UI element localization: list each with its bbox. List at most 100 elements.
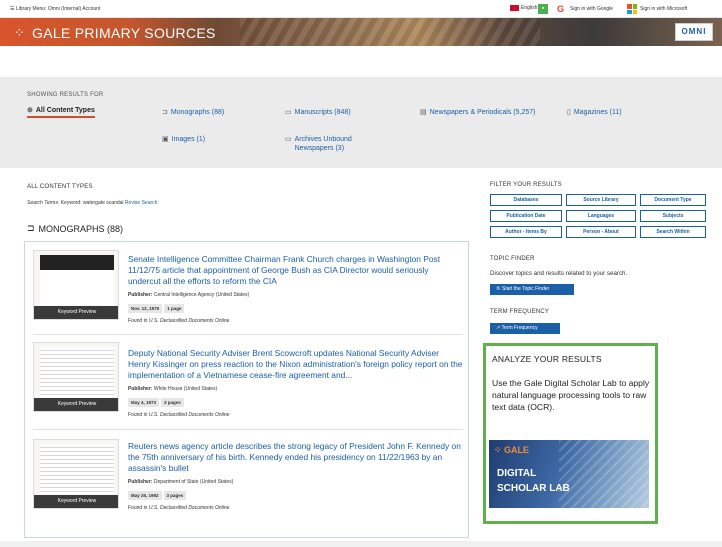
keyword-preview-button[interactable]: Keyword Preview (34, 398, 118, 411)
type-archives-unbound[interactable]: ▭ Archives Unbound Newspapers (3) (285, 135, 375, 153)
type-monographs[interactable]: ⊐ Monographs (88) (162, 108, 224, 117)
language-label: English (521, 5, 538, 11)
green-square-icon[interactable]: ▪ (538, 4, 548, 14)
filter-databases-button[interactable]: Databases (490, 194, 562, 206)
found-in-source: U.S. Declassified Documents Online (148, 505, 230, 511)
found-in-line: Found in U.S. Declassified Documents Onl… (128, 505, 229, 511)
pages-badge: 3 pages (161, 398, 184, 407)
thumbnail-image (40, 444, 114, 494)
result-title-link[interactable]: Reuters news agency article describes th… (128, 441, 463, 474)
filter-person-button[interactable]: Person - About (566, 226, 636, 238)
book-icon: ⊐ (27, 223, 35, 233)
filter-results-label: FILTER YOUR RESULTS (490, 182, 562, 188)
results-section-label: ALL CONTENT TYPES (27, 184, 93, 190)
publisher-label: Publisher: (128, 292, 153, 298)
publisher-label: Publisher: (128, 386, 153, 392)
digital-scholar-lab-banner[interactable]: ⁘ GALE DIGITAL SCHOLAR LAB (489, 440, 649, 508)
microsoft-icon (627, 4, 637, 14)
type-label: Images (1) (171, 136, 206, 143)
type-images[interactable]: ▣ Images (1) (162, 135, 205, 144)
type-newspapers[interactable]: ▤ Newspapers & Periodicals (5,257) (420, 108, 545, 117)
banner-map-image (240, 18, 540, 46)
omni-logo[interactable]: OMNI (675, 23, 713, 41)
filter-source-library-button[interactable]: Source Library (566, 194, 636, 206)
found-in-prefix: Found in (128, 412, 148, 418)
revise-search-link[interactable]: Revise Search (125, 200, 158, 206)
divider (33, 334, 463, 335)
type-label: All Content Types (35, 107, 95, 114)
magazine-icon: ▯ (567, 109, 571, 116)
footer-strip (0, 541, 722, 547)
top-bar: ☰ Library Menu: Omni (Internal) Account … (0, 0, 722, 18)
search-terms-value: Keyword: watergate scandal (60, 200, 124, 206)
site-title[interactable]: GALE PRIMARY SOURCES (32, 25, 216, 41)
type-label: Archives Unbound Newspapers (3) (294, 136, 352, 152)
google-signin-link[interactable]: Sign in with Google (570, 6, 613, 12)
publisher-value: White House (United States) (153, 386, 218, 392)
term-frequency-button-label: Term Frequency (501, 325, 538, 331)
image-icon: ▣ (162, 136, 169, 143)
monographs-header: ⊐ MONOGRAPHS (88) (27, 223, 123, 234)
monographs-header-label: MONOGRAPHS (88) (38, 223, 124, 234)
date-badge: Nov. 12, 1975 (128, 304, 163, 313)
type-magazines[interactable]: ▯ Magazines (11) (567, 108, 622, 117)
flag-icon (510, 5, 519, 11)
filter-author-button[interactable]: Author - Items By (490, 226, 562, 238)
filter-subjects-button[interactable]: Subjects (640, 210, 706, 222)
result-tags: May 26, 1992 3 pages (128, 491, 187, 500)
type-label: Monographs (88) (170, 109, 225, 116)
microsoft-signin-link[interactable]: Sign in with Microsoft (640, 6, 687, 12)
start-topic-finder-label: Start the Topic Finder (501, 286, 550, 292)
keyword-preview-button[interactable]: Keyword Preview (34, 306, 118, 319)
document-thumbnail[interactable]: Keyword Preview (33, 250, 119, 320)
globe-icon: ⊕ (27, 107, 33, 114)
date-badge: May 4, 1973 (128, 398, 160, 407)
start-topic-finder-button[interactable]: ⑤ Start the Topic Finder (490, 284, 574, 295)
newspaper-icon: ▤ (420, 109, 427, 116)
analyze-results-panel: ANALYZE YOUR RESULTS Use the Gale Digita… (483, 343, 658, 524)
thumbnail-image (40, 347, 114, 397)
term-frequency-button[interactable]: ↗ Term Frequency (490, 323, 560, 334)
filter-document-type-button[interactable]: Document Type (640, 194, 706, 206)
gale-logo-icon: ⁘ (494, 445, 505, 455)
publisher-value: Department of State (United States) (153, 479, 234, 485)
publisher-line: Publisher: White House (United States) (128, 386, 217, 392)
dsl-title-line-2: SCHOLAR LAB (497, 483, 570, 494)
thumbnail-image (40, 255, 114, 305)
document-thumbnail[interactable]: Keyword Preview (33, 439, 119, 509)
showing-results-label: SHOWING RESULTS FOR (27, 92, 104, 98)
divider (33, 429, 463, 430)
pages-badge: 3 pages (163, 491, 187, 500)
type-label: Magazines (11) (573, 109, 622, 116)
found-in-prefix: Found in (128, 505, 148, 511)
keyword-preview-button[interactable]: Keyword Preview (34, 495, 118, 508)
gale-logo-icon: ⁘ (14, 25, 25, 40)
analyze-description: Use the Gale Digital Scholar Lab to appl… (492, 378, 650, 412)
found-in-source: U.S. Declassified Documents Online (148, 412, 230, 418)
publisher-line: Publisher: Central Intelligence Agency (… (128, 292, 249, 298)
archive-icon: ▭ (285, 136, 292, 143)
manuscript-icon: ▭ (285, 109, 292, 116)
publisher-label: Publisher: (128, 479, 153, 485)
result-title-link[interactable]: Deputy National Security Adviser Brent S… (128, 348, 463, 381)
filter-search-within-button[interactable]: Search Within (640, 226, 706, 238)
document-thumbnail[interactable]: Keyword Preview (33, 342, 119, 412)
book-icon: ⊐ (162, 109, 168, 116)
topic-finder-description: Discover topics and results related to y… (490, 270, 628, 277)
search-terms-line: Search Terms: Keyword: watergate scandal… (27, 200, 157, 206)
type-label: Manuscripts (848) (294, 109, 351, 116)
found-in-source: U.S. Declassified Documents Online (148, 318, 230, 324)
google-icon: G (557, 4, 565, 14)
type-all-content[interactable]: ⊕ All Content Types (27, 106, 95, 118)
filter-publication-date-button[interactable]: Publication Date (490, 210, 562, 222)
content-type-strip: SHOWING RESULTS FOR ⊕ All Content Types … (0, 77, 722, 168)
result-tags: Nov. 12, 1975 1 page (128, 304, 185, 313)
results-list: Keyword Preview Senate Intelligence Comm… (24, 241, 469, 538)
filter-languages-button[interactable]: Languages (566, 210, 636, 222)
found-in-prefix: Found in (128, 318, 148, 324)
type-manuscripts[interactable]: ▭ Manuscripts (848) (285, 108, 351, 117)
library-menu[interactable]: ☰ Library Menu: Omni (Internal) Account (10, 6, 100, 12)
result-title-link[interactable]: Senate Intelligence Committee Chairman F… (128, 254, 463, 287)
dsl-title-line-1: DIGITAL (497, 468, 537, 479)
term-frequency-label: TERM FREQUENCY (490, 309, 550, 315)
